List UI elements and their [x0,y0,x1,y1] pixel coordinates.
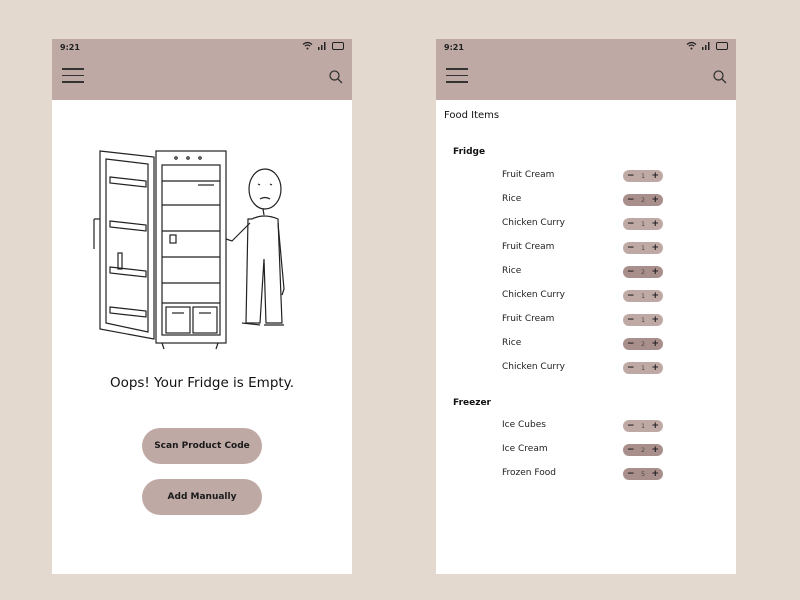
item-name: Chicken Curry [502,290,565,300]
increment-button[interactable]: + [651,445,659,455]
list-item: Rice −2 + [436,335,736,353]
quantity-value: 1 [641,172,645,180]
list-item: Fruit Cream −1 + [436,311,736,329]
list-item: Chicken Curry −1 + [436,215,736,233]
add-manually-button[interactable]: Add Manually [142,479,262,515]
increment-button[interactable]: + [651,243,659,253]
item-name: Rice [502,194,522,204]
decrement-button[interactable]: − [627,267,635,277]
quantity-stepper: −5 + [623,468,663,480]
quantity-value: 1 [641,292,645,300]
app-bar: 9:21 [52,39,352,100]
increment-button[interactable]: + [651,195,659,205]
menu-icon[interactable] [446,68,468,84]
quantity-stepper: −1 + [623,420,663,432]
list-item: Frozen Food −5 + [436,465,736,483]
decrement-button[interactable]: − [627,243,635,253]
signal-icon [318,42,326,50]
status-time: 9:21 [60,43,80,52]
increment-button[interactable]: + [651,171,659,181]
decrement-button[interactable]: − [627,421,635,431]
increment-button[interactable]: + [651,469,659,479]
list-item: Ice Cubes −1 + [436,417,736,435]
quantity-value: 1 [641,316,645,324]
quantity-value: 5 [641,470,645,478]
decrement-button[interactable]: − [627,469,635,479]
empty-fridge-illustration [93,150,285,350]
list-item: Fruit Cream −1 + [436,239,736,257]
item-name: Chicken Curry [502,362,565,372]
quantity-stepper: −1 + [623,170,663,182]
battery-icon [332,41,344,50]
item-name: Rice [502,266,522,276]
food-items-screen: 9:21 Food Items Fridge Fruit Cream −1 + Ric… [436,39,736,574]
menu-icon[interactable] [62,68,84,84]
item-name: Chicken Curry [502,218,565,228]
item-name: Frozen Food [502,468,556,478]
scan-product-code-button[interactable]: Scan Product Code [142,428,262,464]
item-name: Ice Cubes [502,420,546,430]
quantity-value: 2 [641,196,645,204]
quantity-stepper: −1 + [623,290,663,302]
decrement-button[interactable]: − [627,219,635,229]
item-name: Ice Cream [502,444,548,454]
quantity-stepper: −1 + [623,242,663,254]
quantity-value: 1 [641,220,645,228]
item-name: Rice [502,338,522,348]
decrement-button[interactable]: − [627,171,635,181]
quantity-value: 1 [641,364,645,372]
status-time: 9:21 [444,43,464,52]
quantity-stepper: −1 + [623,314,663,326]
increment-button[interactable]: + [651,363,659,373]
quantity-stepper: −2 + [623,444,663,456]
quantity-stepper: −2 + [623,266,663,278]
section-title: Food Items [444,110,500,121]
decrement-button[interactable]: − [627,339,635,349]
signal-icon [702,42,710,50]
list-item: Rice −2 + [436,263,736,281]
item-name: Fruit Cream [502,242,555,252]
app-bar: 9:21 [436,39,736,100]
item-name: Fruit Cream [502,314,555,324]
quantity-value: 1 [641,422,645,430]
list-item: Ice Cream −2 + [436,441,736,459]
empty-fridge-message: Oops! Your Fridge is Empty. [109,375,295,391]
quantity-value: 2 [641,340,645,348]
search-icon[interactable] [712,69,728,85]
group-label-fridge: Fridge [453,147,486,157]
increment-button[interactable]: + [651,267,659,277]
quantity-stepper: −1 + [623,218,663,230]
quantity-value: 2 [641,268,645,276]
increment-button[interactable]: + [651,315,659,325]
empty-fridge-screen: 9:21 Oops! Your Fridge is Empty. Scan Pr… [52,39,352,574]
quantity-stepper: −2 + [623,338,663,350]
list-item: Chicken Curry −1 + [436,359,736,377]
wifi-icon [302,41,313,50]
quantity-stepper: −1 + [623,362,663,374]
quantity-stepper: −2 + [623,194,663,206]
status-icons [686,41,728,50]
battery-icon [716,41,728,50]
increment-button[interactable]: + [651,219,659,229]
decrement-button[interactable]: − [627,315,635,325]
list-item: Rice −2 + [436,191,736,209]
quantity-value: 1 [641,244,645,252]
list-item: Fruit Cream −1 + [436,167,736,185]
status-icons [302,41,344,50]
decrement-button[interactable]: − [627,445,635,455]
item-name: Fruit Cream [502,170,555,180]
increment-button[interactable]: + [651,291,659,301]
group-label-freezer: Freezer [453,398,491,408]
increment-button[interactable]: + [651,339,659,349]
search-icon[interactable] [328,69,344,85]
decrement-button[interactable]: − [627,291,635,301]
decrement-button[interactable]: − [627,363,635,373]
quantity-value: 2 [641,446,645,454]
increment-button[interactable]: + [651,421,659,431]
wifi-icon [686,41,697,50]
list-item: Chicken Curry −1 + [436,287,736,305]
decrement-button[interactable]: − [627,195,635,205]
